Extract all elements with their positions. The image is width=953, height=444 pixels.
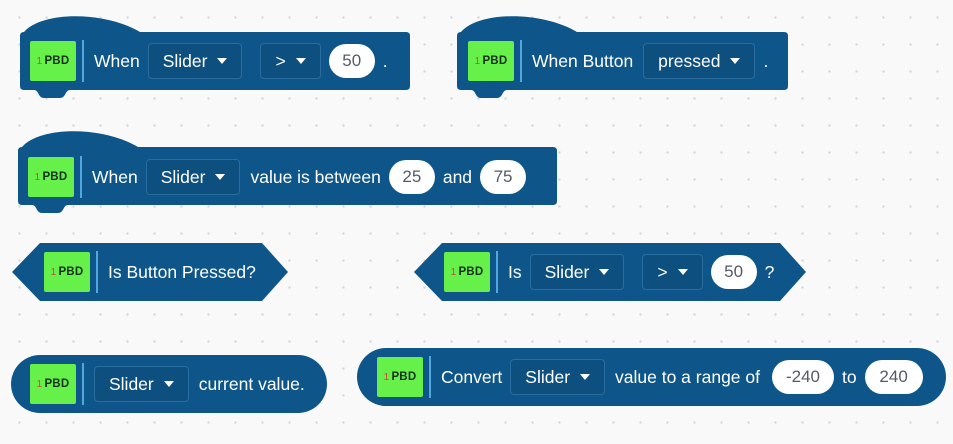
when-slider-compare-hat-block[interactable]: 1 PBD When Slider > 50 .: [20, 14, 412, 102]
sensor-dropdown[interactable]: Slider: [510, 359, 606, 395]
between-label: value is between: [250, 166, 381, 187]
button-state-value: pressed: [658, 50, 721, 71]
separator: [80, 156, 82, 198]
is-button-pressed-boolean-block[interactable]: 1 PBD Is Button Pressed?: [12, 243, 290, 301]
operator-dropdown-value: >: [275, 50, 286, 71]
pbd-badge: 1 PBD: [28, 157, 74, 197]
is-slider-compare-boolean-block[interactable]: 1 PBD Is Slider > 50 ?: [414, 243, 809, 301]
sensor-dropdown-value: Slider: [162, 50, 208, 71]
range-label: value to a range of: [615, 366, 760, 387]
slider-current-value-reporter-block[interactable]: 1 PBD Slider current value.: [11, 355, 328, 413]
is-label: Is: [508, 261, 522, 282]
separator: [496, 251, 498, 293]
when-label: When: [92, 166, 138, 187]
range-low-input[interactable]: -240: [772, 360, 834, 394]
caret-down-icon: [215, 174, 226, 180]
caret-down-icon: [677, 269, 688, 275]
operator-dropdown-value: >: [657, 261, 668, 282]
threshold-value-input[interactable]: 50: [710, 255, 757, 289]
high-value-input[interactable]: 75: [480, 160, 527, 194]
sensor-dropdown[interactable]: Slider: [145, 159, 241, 195]
separator: [96, 251, 98, 293]
when-button-pressed-hat-block[interactable]: 1 PBD When Button pressed .: [457, 14, 789, 102]
end-period: .: [382, 50, 388, 71]
caret-down-icon: [599, 269, 610, 275]
when-label: When: [94, 50, 140, 71]
pbd-badge: 1 PBD: [44, 252, 90, 292]
is-button-pressed-label: Is Button Pressed?: [108, 261, 256, 282]
sensor-dropdown-value: Slider: [544, 261, 590, 282]
sensor-dropdown-value: Slider: [525, 366, 571, 387]
sensor-dropdown[interactable]: Slider: [529, 254, 625, 290]
when-button-label: When Button: [532, 50, 634, 71]
pbd-badge: 1 PBD: [30, 364, 76, 404]
pbd-badge: 1 PBD: [30, 41, 76, 81]
range-high-input[interactable]: 240: [864, 360, 923, 394]
threshold-value-input[interactable]: 50: [328, 44, 375, 78]
button-state-dropdown[interactable]: pressed: [643, 43, 756, 79]
convert-slider-range-reporter-block[interactable]: 1 PBD Convert Slider value to a range of …: [357, 348, 947, 406]
current-value-label: current value.: [198, 373, 305, 394]
operator-dropdown[interactable]: >: [642, 254, 703, 290]
sensor-dropdown[interactable]: Slider: [147, 43, 243, 79]
pbd-badge: 1 PBD: [377, 357, 423, 397]
to-label: to: [842, 366, 857, 387]
sensor-dropdown-value: Slider: [109, 373, 154, 394]
end-period: .: [763, 50, 769, 71]
separator: [82, 363, 84, 405]
when-slider-between-hat-block[interactable]: 1 PBD When Slider value is between 25 and…: [18, 129, 560, 217]
separator: [82, 40, 84, 82]
caret-down-icon: [580, 374, 591, 380]
pbd-badge: 1 PBD: [444, 252, 490, 292]
sensor-dropdown-value: Slider: [160, 166, 206, 187]
and-label: and: [442, 166, 473, 187]
caret-down-icon: [163, 381, 174, 387]
caret-down-icon: [217, 58, 228, 64]
question-mark: ?: [764, 261, 775, 282]
separator: [520, 40, 522, 82]
separator: [429, 356, 431, 398]
caret-down-icon: [730, 58, 741, 64]
caret-down-icon: [295, 58, 306, 64]
operator-dropdown[interactable]: >: [260, 43, 321, 79]
pbd-badge: 1 PBD: [468, 41, 514, 81]
low-value-input[interactable]: 25: [388, 160, 435, 194]
convert-label: Convert: [441, 366, 503, 387]
sensor-dropdown[interactable]: Slider: [94, 366, 189, 402]
